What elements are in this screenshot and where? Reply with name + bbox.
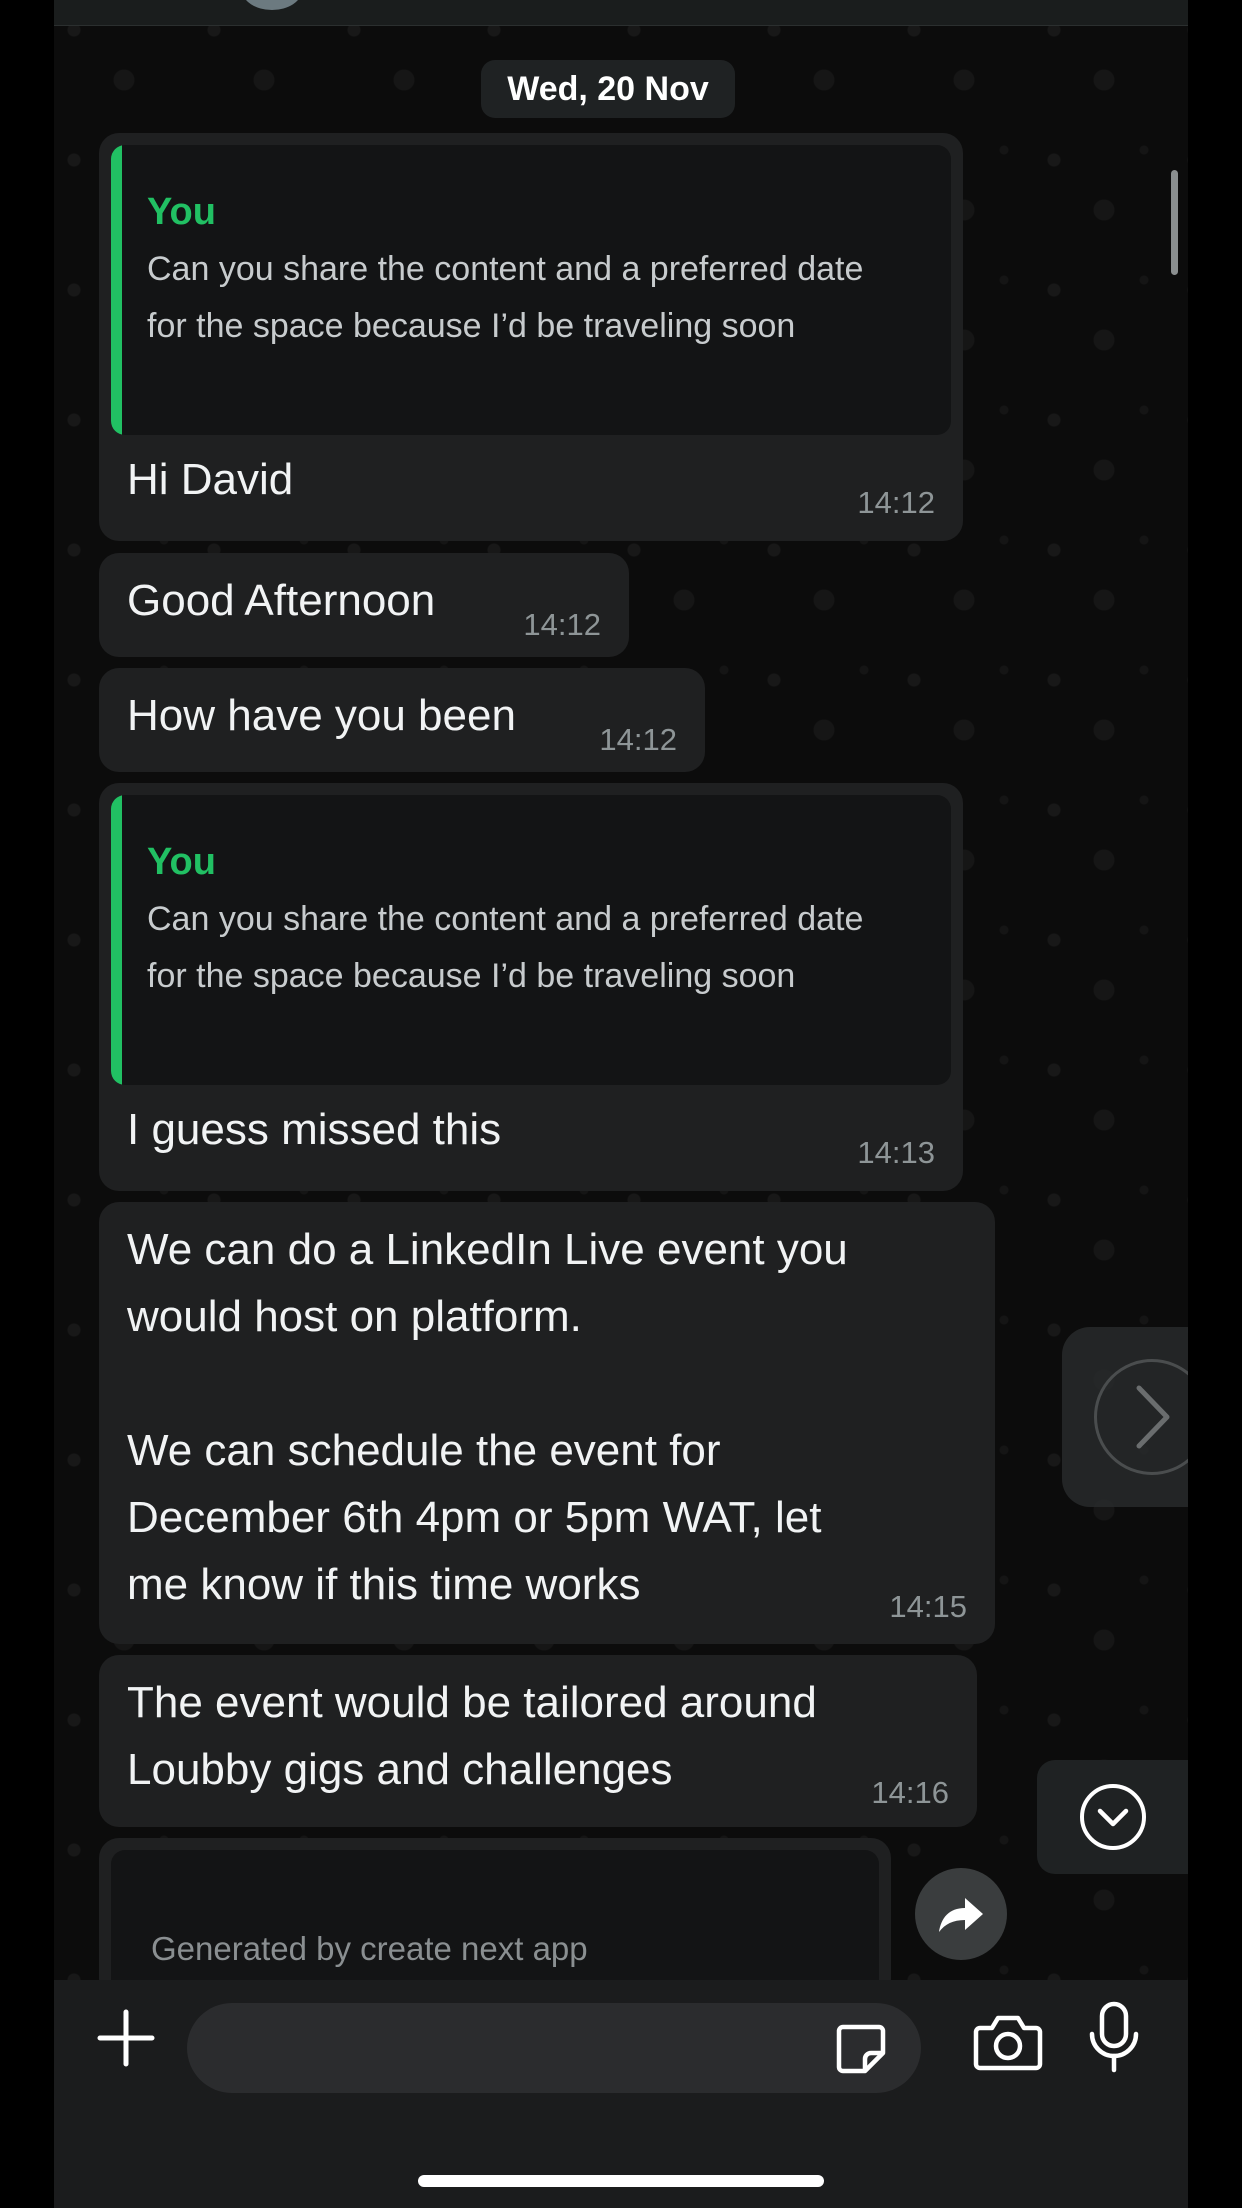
- message-input[interactable]: [217, 2003, 781, 2095]
- plus-icon: [97, 2009, 155, 2067]
- message-input-box[interactable]: [187, 2003, 921, 2095]
- message-bubble[interactable]: The event would be tailored around Loubb…: [99, 1655, 977, 1827]
- whatsapp-chat-screen: Wed, 20 Nov You Can you share the conten…: [54, 0, 1188, 2208]
- quote-accent-bar: [111, 145, 122, 435]
- forward-icon: [939, 1898, 983, 1932]
- quote-accent-bar: [111, 795, 122, 1085]
- message-text: Hi David: [127, 455, 294, 504]
- link-preview-inner: Generated by create next app: [111, 1850, 879, 1980]
- chat-area[interactable]: Wed, 20 Nov You Can you share the conten…: [54, 0, 1188, 1980]
- sticker-icon: [836, 2024, 886, 2074]
- microphone-button[interactable]: [1086, 2000, 1142, 2076]
- avatar[interactable]: [242, 0, 302, 10]
- message-composer: [54, 1980, 1188, 2208]
- scroll-to-bottom-button[interactable]: [1037, 1760, 1188, 1874]
- quote-text: Can you share the content and a preferre…: [147, 250, 864, 345]
- message-time: 14:12: [857, 485, 935, 520]
- link-preview-card[interactable]: Generated by create next app: [99, 1838, 891, 1980]
- next-media-ring: [1094, 1359, 1188, 1475]
- message-text: I guess missed this: [127, 1105, 502, 1154]
- camera-button[interactable]: [972, 2006, 1044, 2078]
- chevron-right-icon: [1136, 1385, 1170, 1449]
- message-bubble[interactable]: How have you been 14:12: [99, 668, 705, 772]
- message-bubble[interactable]: Good Afternoon 14:12: [99, 553, 629, 657]
- chevron-down-icon: [1079, 1784, 1146, 1850]
- quote-author: You: [147, 841, 216, 883]
- link-preview-description: Generated by create next app: [151, 1930, 588, 1967]
- message-time: 14:12: [599, 722, 677, 757]
- message-bubble[interactable]: You Can you share the content and a pref…: [99, 783, 963, 1191]
- camera-icon: [973, 2015, 1043, 2071]
- message-time: 14:16: [871, 1775, 949, 1810]
- message-time: 14:13: [857, 1135, 935, 1170]
- quoted-message[interactable]: You Can you share the content and a pref…: [111, 145, 951, 435]
- message-text: How have you been: [127, 691, 516, 740]
- quote-author: You: [147, 191, 216, 233]
- microphone-icon: [1089, 2001, 1139, 2073]
- date-separator: Wed, 20 Nov: [481, 60, 735, 118]
- sticker-button[interactable]: [833, 2021, 889, 2077]
- quoted-message[interactable]: You Can you share the content and a pref…: [111, 795, 951, 1085]
- next-media-button[interactable]: [1062, 1327, 1188, 1507]
- attach-button[interactable]: [90, 2002, 162, 2074]
- quote-text: Can you share the content and a preferre…: [147, 900, 864, 995]
- message-bubble[interactable]: You Can you share the content and a pref…: [99, 133, 963, 541]
- message-bubble[interactable]: We can do a LinkedIn Live event you woul…: [99, 1202, 995, 1644]
- home-indicator[interactable]: [418, 2175, 824, 2187]
- message-time: 14:15: [889, 1589, 967, 1624]
- scrollbar[interactable]: [1171, 170, 1178, 275]
- message-text: Good Afternoon: [127, 576, 436, 625]
- message-text: The event would be tailored around Loubb…: [127, 1678, 817, 1794]
- forward-button[interactable]: [915, 1868, 1007, 1960]
- chat-header: [54, 0, 1188, 26]
- message-time: 14:12: [523, 607, 601, 642]
- message-text: We can do a LinkedIn Live event you woul…: [127, 1225, 848, 1609]
